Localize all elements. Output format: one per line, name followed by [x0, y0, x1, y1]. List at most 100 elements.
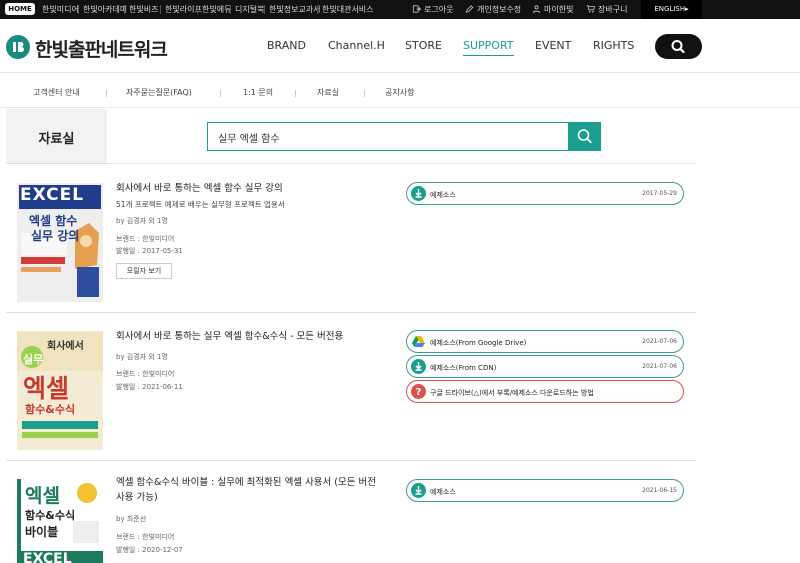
- subnav-archive[interactable]: 자료실: [317, 87, 339, 98]
- book-row: 회사에서 실무 엑셀 함수&수식 회사에서 바로 통하는 실무 엑셀 함수&수식…: [6, 313, 696, 461]
- book-cover-image[interactable]: EXCEL 엑셀 함수 실무 강의: [17, 183, 103, 302]
- nav-rights[interactable]: RIGHTS: [593, 39, 634, 52]
- book-title[interactable]: 회사에서 바로 통하는 실무 엑셀 함수&수식 - 모든 버전용: [116, 329, 406, 344]
- cover-title: 회사에서: [47, 341, 84, 352]
- download-item[interactable]: 예제소스(From Google Drive) 2021-07-06: [406, 330, 684, 353]
- download-item[interactable]: 예제소스 2017-05-29: [406, 182, 684, 205]
- book-author: by 김경자 외 1명: [116, 353, 168, 361]
- download-date: 2021-07-06: [642, 363, 677, 370]
- cover-title: EXCEL: [23, 551, 72, 563]
- page-title-box: 자료실: [6, 109, 107, 164]
- cover-title: 엑셀: [23, 374, 70, 403]
- subnav-faq[interactable]: 자주묻는질문(FAQ): [126, 87, 192, 98]
- archive-search-button[interactable]: [568, 122, 601, 151]
- preview-button[interactable]: 모릴자 보기: [116, 263, 172, 279]
- book-brand: 브랜드 : 한빛미디어: [116, 235, 175, 243]
- download-item[interactable]: 예제소스 2021-06-15: [406, 479, 684, 502]
- top-site-bar: HOME 한빛미디어 한빛아카데미 한빛비즈 한빛라이프 한빛에듀 디지털북 한…: [0, 0, 800, 19]
- page-title: 자료실: [38, 132, 75, 147]
- nav-event[interactable]: EVENT: [535, 39, 571, 52]
- book-description: 51개 프로젝트 예제로 배우는 실무형 프로젝트 업용서: [116, 200, 285, 209]
- divider: [78, 5, 79, 14]
- logo-text: 한빛출판네트워크: [35, 39, 168, 61]
- cover-title: 함수&수식: [25, 509, 76, 522]
- cart-icon: [586, 5, 595, 13]
- site-link-hanbit-edu[interactable]: 한빛에듀: [202, 4, 231, 15]
- site-link-hanbit-media[interactable]: 한빛미디어: [42, 4, 79, 15]
- archive-search-input[interactable]: 실무 엑셀 함수: [207, 122, 569, 151]
- svg-text:?: ?: [416, 387, 422, 398]
- divider: [230, 5, 231, 14]
- subnav-customer-center[interactable]: 고객센터 안내: [33, 87, 80, 98]
- header-search-button[interactable]: [655, 34, 702, 59]
- cover-title: EXCEL: [20, 185, 85, 205]
- main-header: 한빛출판네트워크 BRAND Channel.H STORE SUPPORT E…: [0, 19, 800, 73]
- divider: [197, 5, 198, 14]
- book-brand: 브랜드 : 한빛미디어: [116, 370, 175, 378]
- cover-title: 함수&수식: [25, 403, 76, 416]
- cover-title: 엑셀: [25, 485, 60, 507]
- nav-channel-h[interactable]: Channel.H: [328, 39, 385, 52]
- book-title[interactable]: 회사에서 바로 통하는 엑셀 함수 실무 강의: [116, 181, 386, 196]
- book-row: EXCEL 엑셀 함수 실무 강의 회사에서 바로 통하는 엑셀 함수 실무 강…: [6, 165, 696, 313]
- search-icon: [577, 129, 592, 144]
- divider: [264, 5, 265, 14]
- book-author: by 김경자 외 1명: [116, 217, 168, 225]
- divider: [295, 90, 296, 97]
- download-date: 2021-07-06: [642, 338, 677, 345]
- divider: [317, 5, 318, 14]
- english-site-link[interactable]: ENGLISH▸: [641, 0, 702, 19]
- download-label: 예제소스: [430, 488, 456, 496]
- download-item[interactable]: 예제소스(From CDN) 2021-07-06: [406, 355, 684, 378]
- cart-link[interactable]: 장바구니: [586, 4, 627, 15]
- subnav-inquiry[interactable]: 1:1 문의: [243, 87, 273, 98]
- site-link-rental-service[interactable]: 한빛대관서비스: [322, 4, 374, 15]
- divider: [220, 90, 221, 97]
- edit-profile-link[interactable]: 개인정보수정: [465, 4, 521, 15]
- edit-icon: [465, 5, 474, 13]
- user-icon: [532, 5, 541, 13]
- download-label: 예제소스: [430, 191, 456, 199]
- support-subnav: 고객센터 안내 자주묻는질문(FAQ) 1:1 문의 자료실 공지사항: [0, 74, 800, 108]
- site-link-info-textbook[interactable]: 한빛정보교과서: [269, 4, 321, 15]
- cover-title: 실무: [23, 353, 44, 366]
- divider: [124, 5, 125, 14]
- book-title[interactable]: 엑셀 함수&수식 바이블 : 실무에 최적화된 엑셀 사용서 (모든 버전 사용…: [116, 475, 386, 505]
- help-icon: ?: [411, 384, 426, 399]
- nav-store[interactable]: STORE: [405, 39, 442, 52]
- book-author: by 최준선: [116, 515, 147, 523]
- divider: [364, 90, 365, 97]
- site-link-digital-book[interactable]: 디지털북: [235, 4, 264, 15]
- mypage-link[interactable]: 마이한빛: [532, 4, 573, 15]
- download-icon: [411, 359, 426, 374]
- book-brand: 브랜드 : 한빛미디어: [116, 533, 175, 541]
- book-cover-image[interactable]: 엑셀 함수&수식 바이블 EXCEL: [17, 479, 103, 563]
- download-label: 예제소스(From CDN): [430, 364, 497, 372]
- book-row: 엑셀 함수&수식 바이블 EXCEL 엑셀 함수&수식 바이블 : 실무에 최적…: [6, 461, 696, 563]
- book-publish-date: 발행일 : 2020-12-07: [116, 546, 183, 554]
- home-button[interactable]: HOME: [5, 3, 35, 15]
- subnav-notice[interactable]: 공지사항: [385, 87, 414, 98]
- download-date: 2021-06-15: [642, 487, 677, 494]
- download-help-item[interactable]: ? 구글 드라이브(△)에서 부록/예제소스 다운로드하는 방법: [406, 380, 684, 403]
- logo-mark-icon: [6, 35, 30, 59]
- nav-support[interactable]: SUPPORT: [463, 39, 514, 56]
- cover-title: 실무 강의: [31, 229, 80, 243]
- book-publish-date: 발행일 : 2017-05-31: [116, 247, 183, 255]
- site-link-hanbit-biz[interactable]: 한빛비즈: [129, 4, 158, 15]
- download-date: 2017-05-29: [642, 190, 677, 197]
- logout-link[interactable]: 로그아웃: [412, 4, 453, 15]
- site-link-hanbit-academy[interactable]: 한빛아카데미: [83, 4, 127, 15]
- logout-icon: [412, 5, 421, 13]
- google-drive-icon: [411, 334, 426, 349]
- divider: [106, 90, 107, 97]
- search-icon: [671, 40, 685, 54]
- book-publish-date: 발행일 : 2021-06-11: [116, 383, 183, 391]
- nav-brand[interactable]: BRAND: [267, 39, 306, 52]
- book-cover-image[interactable]: 회사에서 실무 엑셀 함수&수식: [17, 331, 103, 450]
- download-icon: [411, 186, 426, 201]
- archive-search-row: 실무 엑셀 함수: [107, 109, 696, 164]
- cover-title: 바이블: [25, 525, 59, 539]
- download-icon: [411, 483, 426, 498]
- download-label: 구글 드라이브(△)에서 부록/예제소스 다운로드하는 방법: [430, 389, 594, 397]
